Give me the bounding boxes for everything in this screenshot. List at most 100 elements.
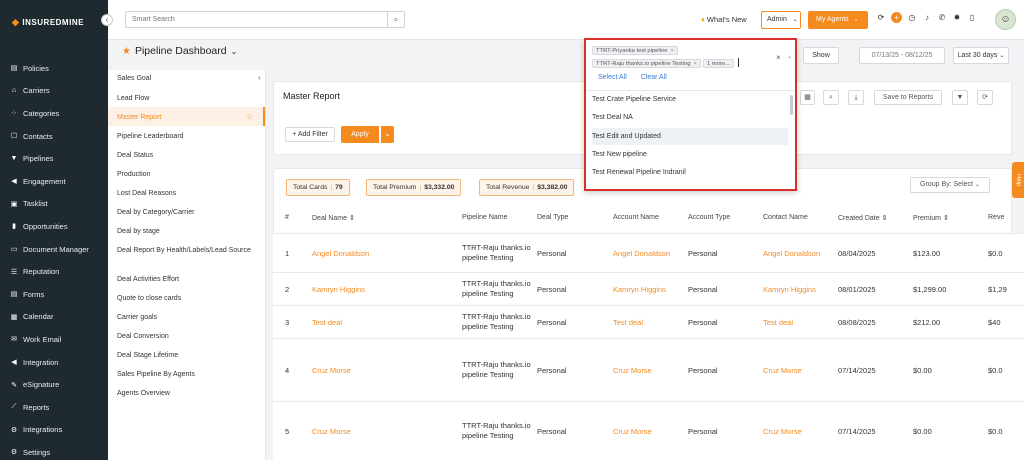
report-menu-item[interactable]: Pipeline Leaderboard: [117, 132, 257, 141]
table-cell-contact[interactable]: Kamryn Higgins: [763, 285, 816, 295]
save-to-reports-button[interactable]: Save to Reports: [874, 90, 942, 105]
add-icon[interactable]: +: [891, 12, 902, 23]
report-menu-item[interactable]: Agents Overview: [117, 389, 257, 398]
sidebar-collapse-button[interactable]: ‹: [101, 14, 113, 26]
sidebar-item-reputation[interactable]: ☰ Reputation: [0, 260, 108, 283]
tag-remove-icon[interactable]: ×: [670, 48, 673, 54]
sidebar-item-categories[interactable]: ⁘ Categories: [0, 102, 108, 125]
sidebar-item-reports[interactable]: ⟋ Reports: [0, 396, 108, 419]
sidebar-item-integration[interactable]: ◀ Integration: [0, 351, 108, 374]
sidebar-item-forms[interactable]: ▤ Forms: [0, 283, 108, 306]
report-menu-item[interactable]: Deal Stage Lifetime: [117, 351, 257, 360]
dropdown-scrollbar[interactable]: [790, 95, 793, 115]
report-menu-item[interactable]: Carrier goals: [117, 313, 257, 322]
report-menu-item[interactable]: Deal by stage: [117, 227, 257, 236]
table-cell-deal[interactable]: Cruz Morse: [312, 366, 351, 376]
table-row[interactable]: 3 Test deal TTRT-Raju thanks.io pipeline T…: [273, 305, 1024, 338]
mobile-icon[interactable]: ▯: [967, 13, 977, 22]
download-button[interactable]: ⤓: [848, 90, 864, 105]
table-row[interactable]: 2 Kamryn Higgins TTRT-Raju thanks.io pipel…: [273, 272, 1024, 305]
admin-select[interactable]: Admin ⌄: [761, 11, 801, 29]
table-row[interactable]: 4 Cruz Morse TTRT-Raju thanks.io pipeline …: [273, 338, 1024, 401]
sidebar-item-calendar[interactable]: ▦ Calendar: [0, 306, 108, 329]
table-cell-contact[interactable]: Cruz Morse: [763, 366, 802, 376]
table-cell-deal[interactable]: Test deal: [312, 318, 342, 328]
table-cell-deal[interactable]: Angel Donaldson: [312, 249, 369, 259]
sidebar-item-work-email[interactable]: ✉ Work Email: [0, 328, 108, 351]
sidebar-item-policies[interactable]: ▤ Policies: [0, 57, 108, 80]
column-header[interactable]: Premium ⇕: [913, 214, 949, 222]
refresh-icon[interactable]: ⟳: [876, 13, 886, 22]
help-tab[interactable]: Help: [1012, 162, 1024, 198]
tag-remove-icon[interactable]: ×: [694, 61, 697, 67]
sidebar-item-carriers[interactable]: ⌂ Carriers: [0, 80, 108, 103]
settings-gear-icon[interactable]: ✹: [952, 13, 962, 22]
chevron-down-icon[interactable]: ⌄: [787, 53, 792, 60]
column-settings-button[interactable]: ▦: [800, 90, 815, 105]
user-avatar[interactable]: ☺: [995, 9, 1016, 30]
whats-new-link[interactable]: ♦ What's New: [701, 15, 747, 24]
table-cell-contact[interactable]: Angel Donaldson: [763, 249, 820, 259]
reset-button[interactable]: ⟳: [977, 90, 993, 105]
pipeline-option[interactable]: Test Edit and Updated: [592, 128, 788, 145]
search-input[interactable]: [126, 12, 388, 27]
pipeline-option[interactable]: Test Renewal Pipeline Indranil: [592, 164, 788, 181]
select-all-link[interactable]: Select All: [598, 74, 627, 81]
clear-selection-icon[interactable]: ×: [776, 53, 781, 62]
pipeline-option[interactable]: Test Deal NA: [592, 109, 788, 126]
table-cell-contact[interactable]: Cruz Morse: [763, 427, 802, 437]
date-range-picker[interactable]: 07/13/25 - 08/12/25: [859, 47, 945, 64]
table-cell-account[interactable]: Cruz Morse: [613, 366, 652, 376]
report-menu-item[interactable]: Deal by Category/Carrier: [117, 208, 257, 217]
search-icon[interactable]: ⌕: [387, 12, 404, 27]
filter-button[interactable]: ▼: [952, 90, 968, 105]
column-header[interactable]: Deal Name ⇕: [312, 214, 355, 222]
sidebar-item-esignature[interactable]: ✎ eSignature: [0, 373, 108, 396]
show-button[interactable]: Show: [803, 47, 839, 64]
bell-icon[interactable]: ♪: [922, 13, 932, 22]
clear-all-link[interactable]: Clear All: [641, 74, 667, 81]
column-header[interactable]: Created Date ⇕: [838, 214, 887, 222]
sidebar-item-integrations[interactable]: ⚙ Integrations: [0, 419, 108, 442]
apply-options-button[interactable]: ⌄: [380, 126, 394, 143]
table-cell-account[interactable]: Test deal: [613, 318, 643, 328]
group-by-select[interactable]: Group By: Select ⌄: [910, 177, 990, 193]
report-menu-item[interactable]: Production: [117, 170, 257, 179]
add-filter-button[interactable]: + Add Filter: [285, 127, 335, 142]
sidebar-item-tasklist[interactable]: ▣ Tasklist: [0, 193, 108, 216]
sidebar-item-document-manager[interactable]: ▭ Document Manager: [0, 238, 108, 261]
report-menu-item[interactable]: Deal Status: [117, 151, 257, 160]
apply-button[interactable]: Apply: [341, 126, 379, 143]
report-menu-collapse-icon[interactable]: ‹: [258, 73, 261, 82]
sidebar-item-pipelines[interactable]: ▼ Pipelines: [0, 147, 108, 170]
pipeline-option[interactable]: Test Crate Pipeline Service: [592, 91, 788, 108]
report-menu-item[interactable]: Sales Pipeline By Agents: [117, 370, 257, 379]
table-cell-account[interactable]: Cruz Morse: [613, 427, 652, 437]
clock-icon[interactable]: ◷: [907, 13, 917, 22]
report-menu-item[interactable]: Master Report: [117, 113, 257, 122]
report-menu-item[interactable]: Quote to close cards: [117, 294, 257, 303]
report-menu-item[interactable]: Deal Report By Health/Labels/Lead Source: [117, 246, 257, 255]
dashboard-title-dropdown[interactable]: ★ Pipeline Dashboard ⌄: [122, 45, 237, 57]
sidebar-item-settings[interactable]: ⚙ Settings: [0, 441, 108, 460]
report-menu-item[interactable]: Lost Deal Reasons: [117, 189, 257, 198]
report-menu-item[interactable]: Sales Goal: [117, 74, 257, 83]
table-row[interactable]: 5 Cruz Morse TTRT-Raju thanks.io pipeline …: [273, 401, 1024, 460]
search-report-button[interactable]: ⌕: [823, 90, 839, 105]
table-cell-deal[interactable]: Kamryn Higgins: [312, 285, 365, 295]
sidebar-item-engagement[interactable]: ◀ Engagement: [0, 170, 108, 193]
table-cell-contact[interactable]: Test deal: [763, 318, 793, 328]
report-menu-item[interactable]: Lead Flow: [117, 94, 257, 103]
table-row[interactable]: 1 Angel Donaldson TTRT-Raju thanks.io pipe…: [273, 233, 1024, 272]
sidebar-item-contacts[interactable]: ☐ Contacts: [0, 125, 108, 148]
report-menu-item[interactable]: Deal Activities Effort: [117, 275, 257, 284]
sidebar-item-opportunities[interactable]: ▮ Opportunities: [0, 215, 108, 238]
report-menu-item[interactable]: Deal Conversion: [117, 332, 257, 341]
pipeline-option[interactable]: Test New pipeline: [592, 146, 788, 163]
table-cell-account[interactable]: Kamryn Higgins: [613, 285, 666, 295]
table-cell-deal[interactable]: Cruz Morse: [312, 427, 351, 437]
period-select[interactable]: Last 30 days ⌄: [953, 47, 1009, 64]
app-logo[interactable]: ◆ INSUREDMINE: [0, 0, 108, 44]
table-cell-account[interactable]: Angel Donaldson: [613, 249, 670, 259]
more-tags-badge[interactable]: 1 more...: [702, 59, 734, 68]
